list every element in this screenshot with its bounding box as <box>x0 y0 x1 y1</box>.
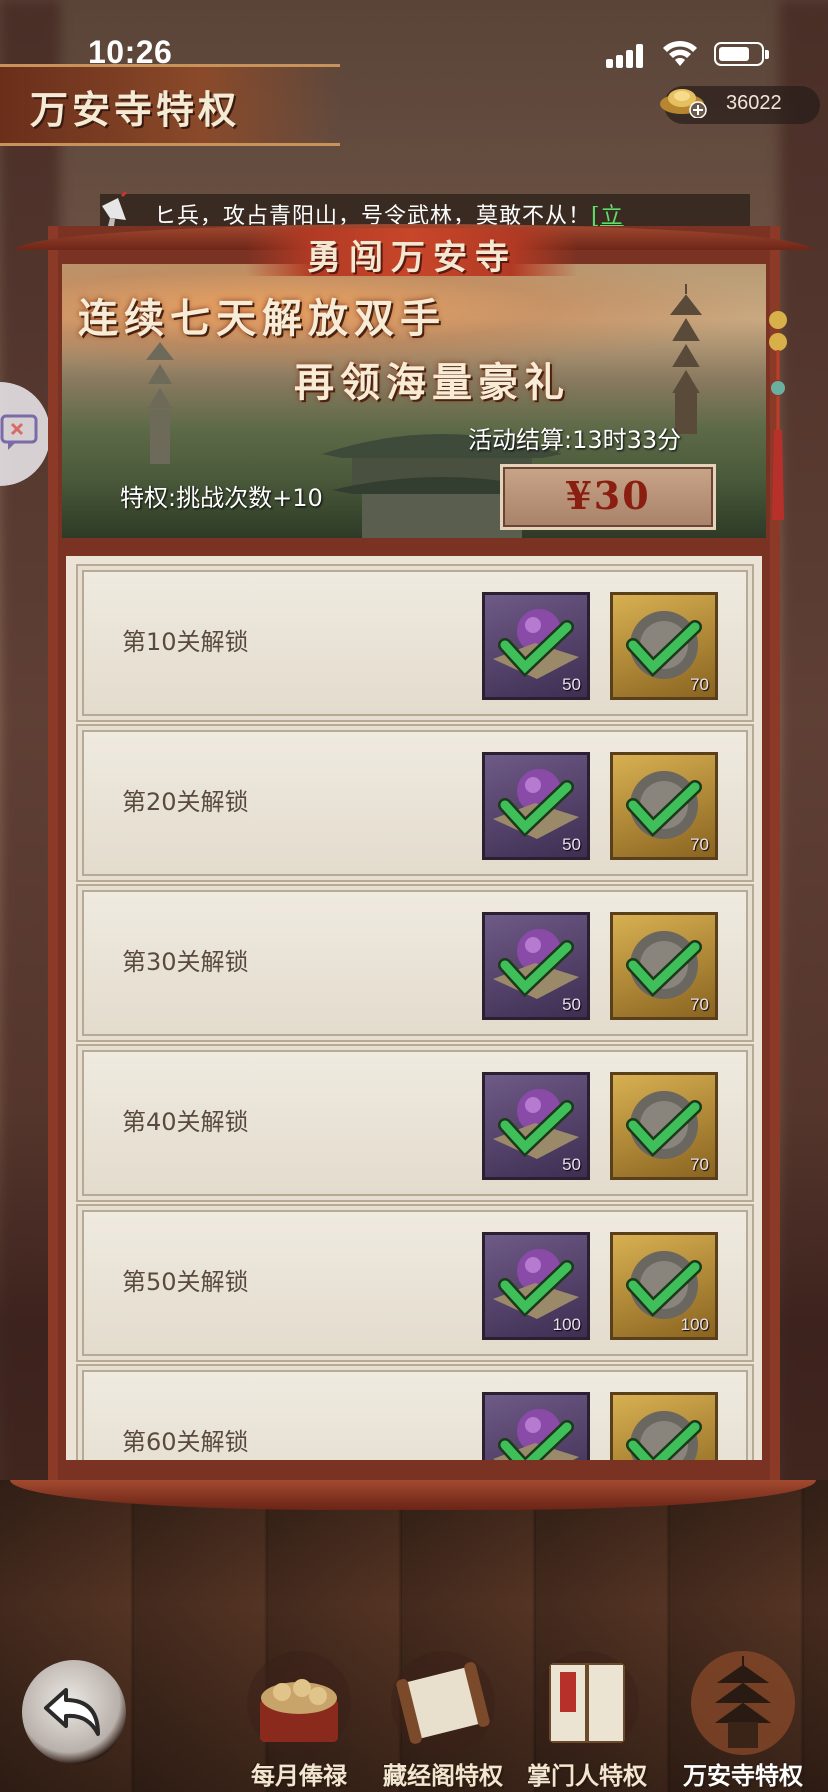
tab-scripture-pavilion[interactable]: 藏经阁特权 <box>380 1640 506 1792</box>
panel-ribbon: 勇闯万安寺 <box>246 228 578 278</box>
pagoda-icon <box>691 1651 795 1755</box>
reward-row: 第10关解锁 50 70 <box>82 570 748 716</box>
reward-count: 100 <box>680 1315 709 1334</box>
reward-count: 70 <box>690 1155 709 1174</box>
gold-ingot-icon <box>660 89 707 118</box>
reward-item-orb[interactable]: 50 <box>482 912 590 1020</box>
back-button[interactable] <box>22 1660 126 1764</box>
tab-label: 掌门人特权 <box>527 1761 647 1790</box>
reward-count: 50 <box>562 675 581 694</box>
treasure-chest-icon <box>247 1651 351 1755</box>
reward-item-stone[interactable]: 70 <box>610 592 718 700</box>
reward-item-stone[interactable] <box>610 1392 718 1460</box>
purchase-button[interactable]: ¥30 <box>500 464 716 530</box>
reward-count: 50 <box>562 1155 581 1174</box>
background-pillar <box>780 0 828 1500</box>
cellular-signal-icon <box>606 44 646 68</box>
title-banner: 万安寺特权 <box>0 64 340 146</box>
event-timer: 活动结算:13时33分 <box>468 426 682 454</box>
tab-label: 万安寺特权 <box>683 1761 803 1790</box>
book-icon <box>535 1651 639 1755</box>
privilege-description: 特权:挑战次数+10 <box>120 484 323 512</box>
reward-count: 100 <box>552 1315 581 1334</box>
reward-row: 第30关解锁 50 70 <box>82 890 748 1036</box>
reward-item-stone[interactable]: 70 <box>610 1072 718 1180</box>
reward-row-label: 第10关解锁 <box>122 628 249 656</box>
reward-item-orb[interactable] <box>482 1392 590 1460</box>
reward-list[interactable]: 第10关解锁 50 70 第20关解锁 50 70 第30关解锁 50 70 第… <box>66 556 762 1460</box>
purple-orb-icon <box>493 1409 579 1460</box>
tab-label: 藏经阁特权 <box>383 1761 503 1790</box>
reward-item-orb[interactable]: 100 <box>482 1232 590 1340</box>
currency-value: 36022 <box>726 92 782 114</box>
reward-row-label: 第60关解锁 <box>122 1428 249 1456</box>
wifi-icon <box>663 40 697 66</box>
reward-row-label: 第20关解锁 <box>122 788 249 816</box>
reward-item-stone[interactable]: 70 <box>610 752 718 860</box>
pagoda-silhouette <box>669 284 703 434</box>
reward-item-stone[interactable]: 100 <box>610 1232 718 1340</box>
reward-row: 第40关解锁 50 70 <box>82 1050 748 1196</box>
reward-row: 第20关解锁 50 70 <box>82 730 748 876</box>
tassel-ornament <box>769 311 787 520</box>
reward-row: 第50关解锁 100 100 <box>82 1210 748 1356</box>
reward-row-label: 第50关解锁 <box>122 1268 249 1296</box>
reward-row: 第60关解锁 <box>82 1370 748 1460</box>
reward-item-stone[interactable]: 70 <box>610 912 718 1020</box>
reward-count: 50 <box>562 995 581 1014</box>
promo-banner: 连续七天解放双手 再领海量豪礼 活动结算:13时33分 特权:挑战次数+10 ¥… <box>62 264 766 538</box>
tab-label: 每月俸禄 <box>251 1761 347 1790</box>
ribbon-title: 勇闯万安寺 <box>307 238 517 278</box>
reward-row-label: 第40关解锁 <box>122 1108 249 1136</box>
stone-medal-icon <box>626 1411 702 1460</box>
price-label: ¥30 <box>565 473 651 518</box>
megaphone-icon <box>102 190 128 226</box>
currency-display[interactable]: 36022 <box>660 86 820 124</box>
pagoda-silhouette <box>146 342 174 464</box>
battery-icon <box>714 42 769 66</box>
reward-count: 70 <box>690 675 709 694</box>
reward-item-orb[interactable]: 50 <box>482 592 590 700</box>
back-arrow-icon <box>44 1688 100 1736</box>
reward-count: 50 <box>562 835 581 854</box>
promo-headline: 连续七天解放双手 <box>78 295 446 342</box>
scroll-icon <box>391 1651 495 1755</box>
reward-row-label: 第30关解锁 <box>122 948 249 976</box>
page-title: 万安寺特权 <box>30 87 241 132</box>
promo-subheadline: 再领海量豪礼 <box>294 359 570 406</box>
chat-icon <box>0 414 38 450</box>
reward-count: 70 <box>690 995 709 1014</box>
tab-wanan-temple[interactable]: 万安寺特权 <box>680 1640 806 1792</box>
reward-count: 70 <box>690 835 709 854</box>
reward-item-orb[interactable]: 50 <box>482 752 590 860</box>
tab-monthly-salary[interactable]: 每月俸禄 <box>236 1640 362 1792</box>
tab-sect-leader[interactable]: 掌门人特权 <box>524 1640 650 1792</box>
reward-item-orb[interactable]: 50 <box>482 1072 590 1180</box>
